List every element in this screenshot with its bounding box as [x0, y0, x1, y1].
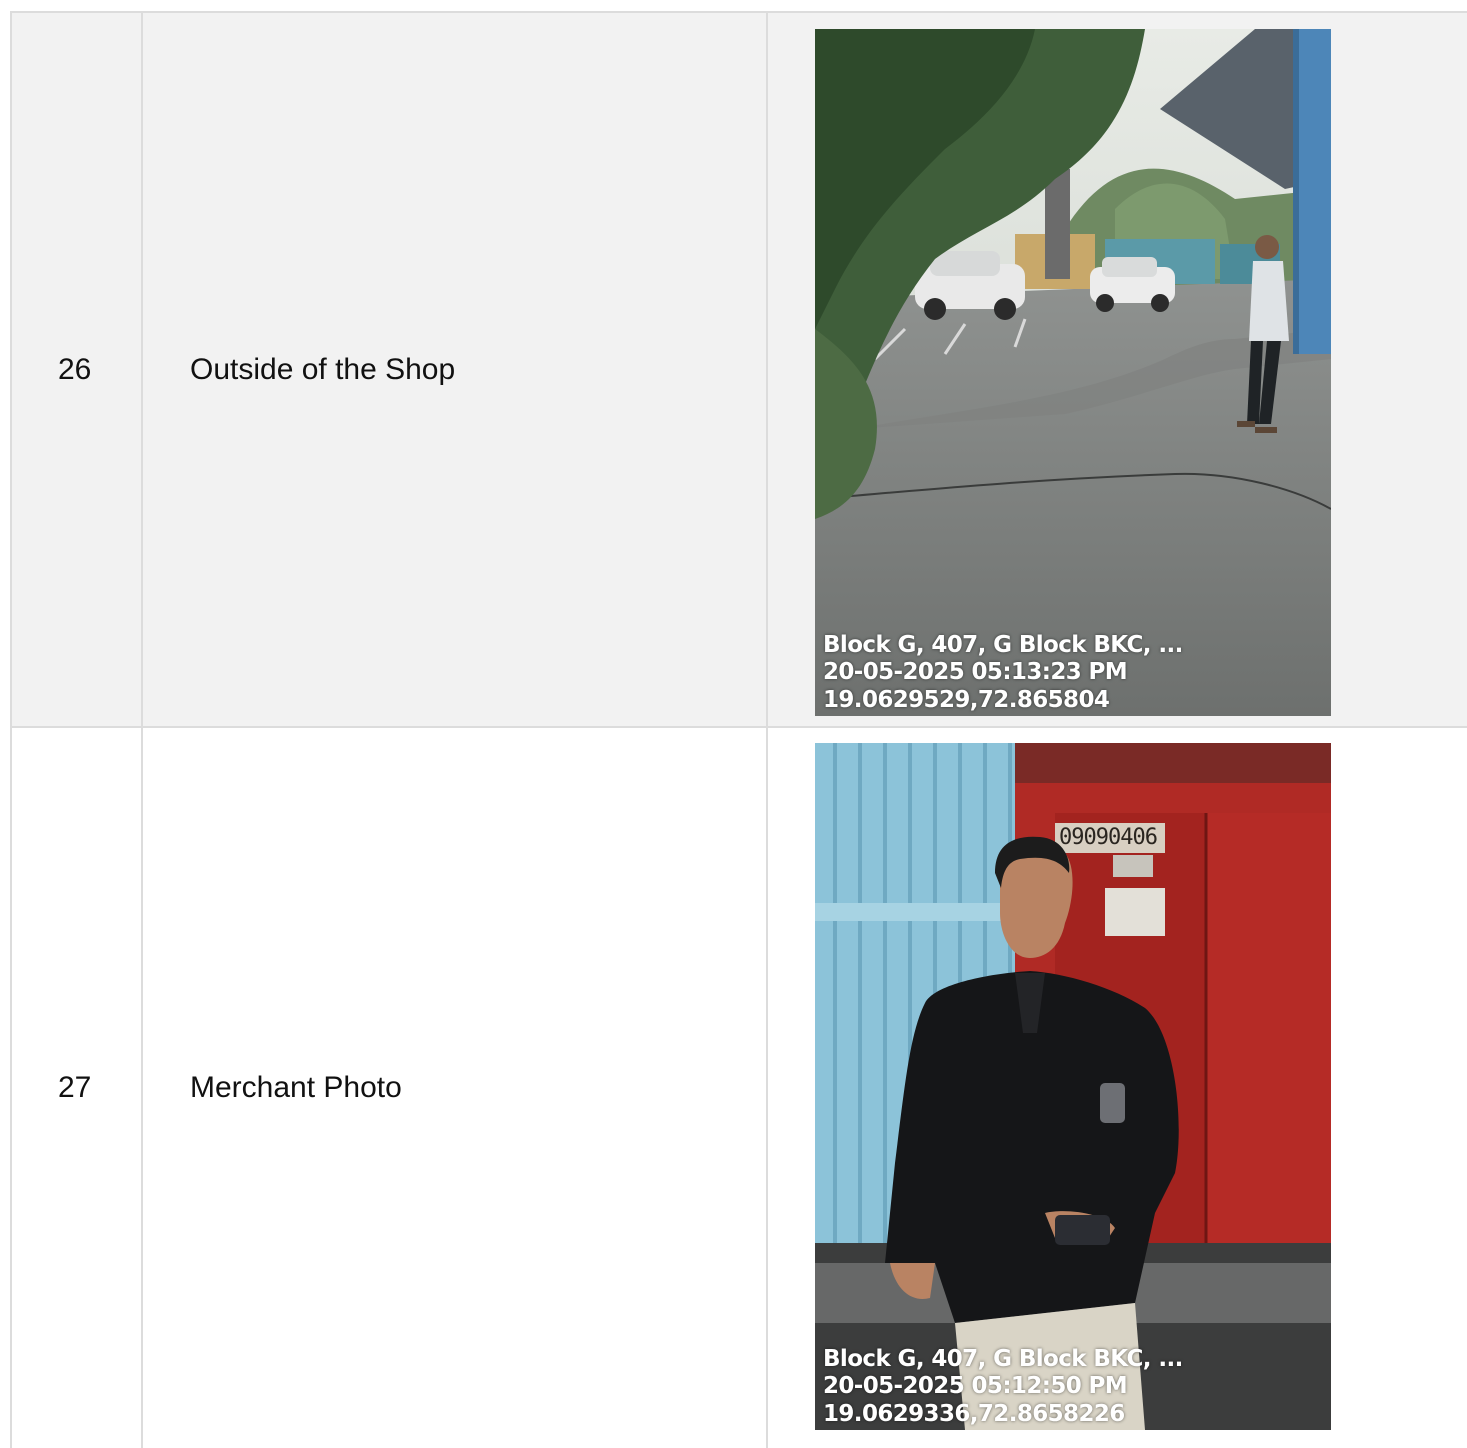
photo-cell: 09090406 Block G, 407, G Block BKC, ... … — [766, 728, 1467, 1448]
table-row: 26 Outside of the Shop Block G, 407, G B… — [10, 13, 1467, 728]
stamp-address: Block G, 407, G Block BKC, ... — [823, 1345, 1183, 1372]
row-description: Merchant Photo — [141, 728, 766, 1448]
row-description: Outside of the Shop — [141, 13, 766, 726]
stamp-address: Block G, 407, G Block BKC, ... — [823, 631, 1183, 658]
outdoor-parking-illustration — [815, 29, 1331, 716]
outside-shop-photo[interactable]: Block G, 407, G Block BKC, ... 20-05-202… — [815, 29, 1331, 716]
merchant-photo[interactable]: 09090406 Block G, 407, G Block BKC, ... … — [815, 743, 1331, 1430]
row-number: 26 — [10, 13, 141, 726]
stamp-datetime: 20-05-2025 05:13:23 PM — [823, 659, 1128, 685]
photo-cell: Block G, 407, G Block BKC, ... 20-05-202… — [766, 13, 1467, 726]
stamp-coordinates: 19.0629336,72.8658226 — [823, 1400, 1125, 1427]
photo-geotag-stamp: Block G, 407, G Block BKC, ... 20-05-202… — [823, 1346, 1183, 1429]
evidence-table: 26 Outside of the Shop Block G, 407, G B… — [10, 11, 1467, 1448]
photo-geotag-stamp: Block G, 407, G Block BKC, ... 20-05-202… — [823, 632, 1183, 715]
stamp-coordinates: 19.0629529,72.865804 — [823, 686, 1110, 713]
row-number: 27 — [10, 728, 141, 1448]
door-code-label: 09090406 — [1059, 825, 1158, 850]
stamp-datetime: 20-05-2025 05:12:50 PM — [823, 1373, 1128, 1399]
table-row: 27 Merchant Photo 09090406 Block G, 407,… — [10, 728, 1467, 1448]
